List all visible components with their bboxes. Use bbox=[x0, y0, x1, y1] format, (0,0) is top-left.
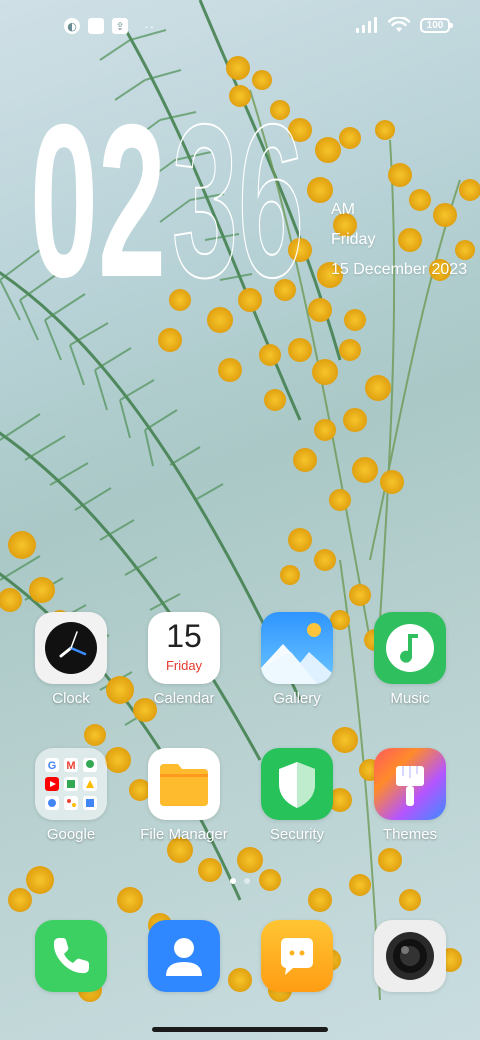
clock-hours: 02 bbox=[30, 96, 166, 286]
calendar-icon: 15 Friday bbox=[148, 612, 220, 684]
app-security[interactable]: Security bbox=[241, 748, 353, 843]
app-label: Clock bbox=[52, 690, 90, 707]
battery-level: 100 bbox=[426, 19, 444, 31]
calendar-weekday: Friday bbox=[165, 658, 203, 673]
app-gallery[interactable]: Gallery bbox=[241, 612, 353, 707]
dock-contacts[interactable] bbox=[128, 920, 240, 992]
google-folder-icon: G M bbox=[35, 748, 107, 820]
system-icons: 100 bbox=[356, 17, 453, 33]
square-notification-icon bbox=[88, 18, 104, 34]
app-label: Security bbox=[269, 826, 325, 843]
date-info: AM Friday 15 December 2023 bbox=[331, 195, 467, 285]
time-display: 02 36 bbox=[30, 79, 305, 324]
dock-camera[interactable] bbox=[354, 920, 466, 992]
app-google-folder[interactable]: G M Google bbox=[15, 748, 127, 843]
status-bar: ◐ ⇪ ·· 100 bbox=[0, 0, 480, 56]
camera-icon bbox=[374, 920, 446, 992]
clock-icon bbox=[35, 612, 107, 684]
page-dot[interactable] bbox=[244, 878, 250, 884]
am-pm-label: AM bbox=[331, 201, 355, 218]
phone-icon bbox=[35, 920, 107, 992]
app-clock[interactable]: Clock bbox=[15, 612, 127, 707]
music-icon bbox=[374, 612, 446, 684]
clock-widget[interactable]: 02 36 bbox=[30, 79, 320, 324]
shield-icon bbox=[261, 748, 333, 820]
wifi-icon bbox=[388, 17, 410, 32]
app-calendar[interactable]: 15 Friday Calendar bbox=[128, 612, 240, 707]
app-label: Calendar bbox=[153, 690, 215, 707]
signal-bars-icon bbox=[356, 17, 377, 33]
app-label: File Manager bbox=[140, 826, 228, 843]
calendar-day-number: 15 bbox=[166, 618, 202, 654]
app-label: Themes bbox=[382, 826, 438, 843]
dock-phone[interactable] bbox=[15, 920, 127, 992]
dock-messages[interactable] bbox=[241, 920, 353, 992]
messages-icon bbox=[261, 920, 333, 992]
page-indicator[interactable] bbox=[0, 878, 480, 884]
battery-indicator: 100 bbox=[420, 17, 453, 33]
app-themes[interactable]: Themes bbox=[354, 748, 466, 843]
more-notifications-indicator: ·· bbox=[144, 18, 156, 34]
gallery-icon bbox=[261, 612, 333, 684]
app-label: Google bbox=[46, 826, 96, 843]
clock-minutes: 36 bbox=[172, 96, 304, 286]
app-label: Gallery bbox=[273, 690, 321, 707]
app-file-manager[interactable]: File Manager bbox=[128, 748, 240, 843]
home-gesture-bar[interactable] bbox=[152, 1027, 328, 1032]
svg-text:G: G bbox=[48, 760, 57, 772]
app-music[interactable]: Music bbox=[354, 612, 466, 707]
app-notification-icon: ◐ bbox=[64, 18, 80, 34]
date-label: 15 December 2023 bbox=[331, 261, 468, 278]
svg-text:M: M bbox=[66, 760, 75, 772]
paintbrush-icon bbox=[374, 748, 446, 820]
page-dot-active[interactable] bbox=[230, 878, 236, 884]
weekday-label: Friday bbox=[331, 231, 376, 248]
app-label: Music bbox=[390, 690, 430, 707]
notification-icons: ◐ ⇪ ·· bbox=[64, 18, 155, 34]
upload-notification-icon: ⇪ bbox=[112, 18, 128, 34]
contacts-icon bbox=[148, 920, 220, 992]
folder-icon bbox=[148, 748, 220, 820]
